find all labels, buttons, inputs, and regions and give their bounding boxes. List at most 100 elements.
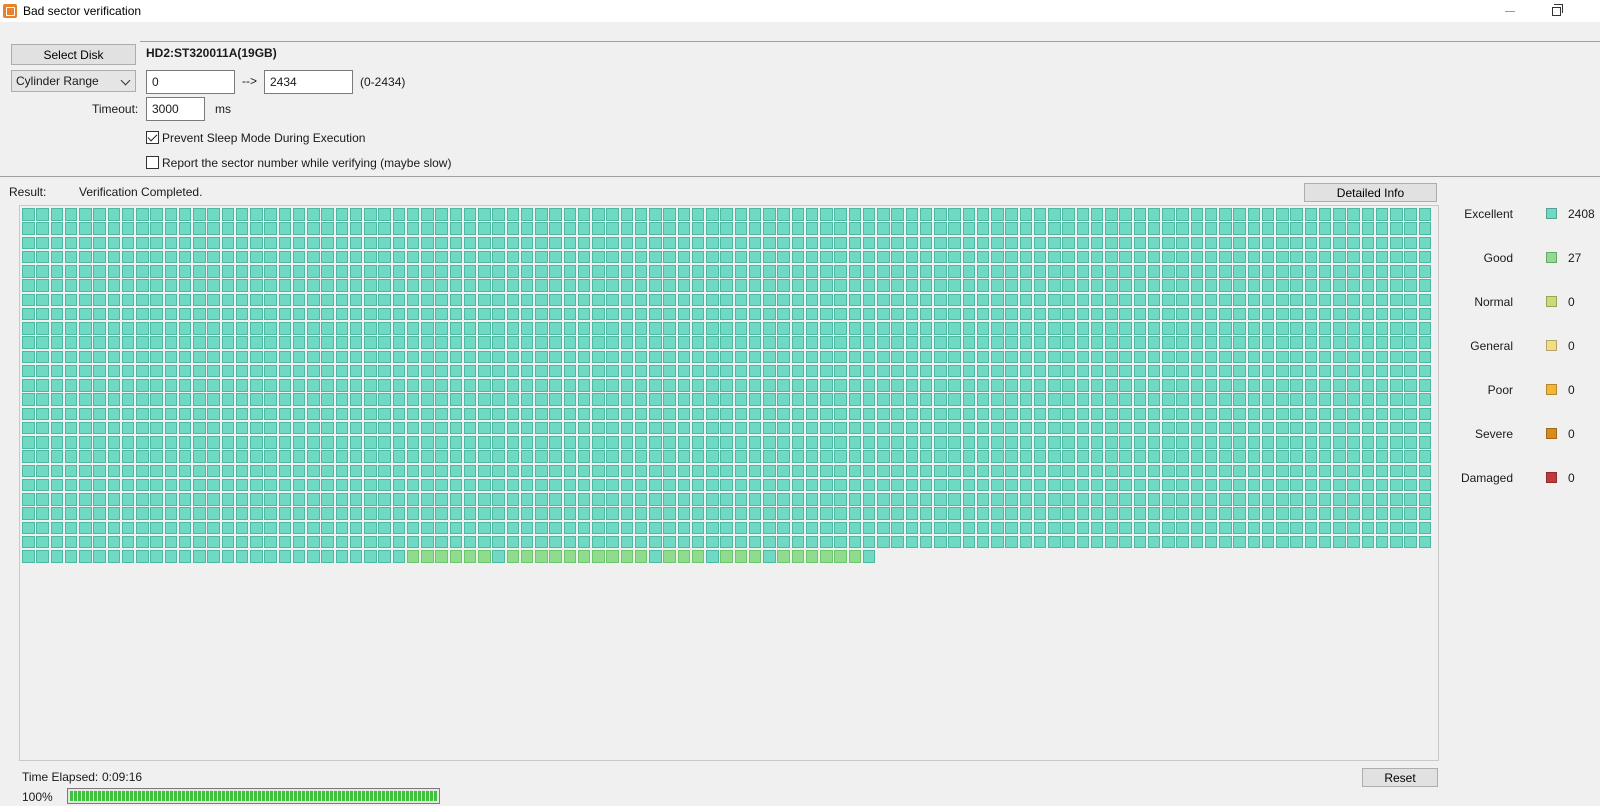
sector-cell-excellent xyxy=(649,350,662,363)
sector-cell-excellent xyxy=(278,250,291,264)
sector-cell-excellent xyxy=(1033,507,1047,520)
sector-cell-excellent xyxy=(791,265,804,278)
legend-label-severe: Severe xyxy=(1474,427,1513,441)
range-mode-select[interactable]: Cylinder Range xyxy=(11,70,136,92)
sector-cell-excellent xyxy=(691,464,705,477)
sector-cell-excellent xyxy=(1361,222,1374,235)
sector-cell-excellent xyxy=(1019,322,1032,335)
sector-cell-excellent xyxy=(107,535,120,549)
sector-cell-excellent xyxy=(207,222,220,235)
sector-cell-excellent xyxy=(919,493,933,506)
sector-cell-excellent xyxy=(1247,535,1260,549)
sector-cell-excellent xyxy=(777,421,790,435)
sector-cell-excellent xyxy=(364,421,377,435)
restore-button[interactable] xyxy=(1536,0,1576,22)
sector-cell-excellent xyxy=(549,364,562,378)
sector-cell-excellent xyxy=(307,336,320,349)
sector-cell-excellent xyxy=(991,464,1004,477)
sector-cell-excellent xyxy=(136,393,149,406)
sector-cell-excellent xyxy=(449,450,462,463)
select-disk-button[interactable]: Select Disk xyxy=(11,44,136,65)
sector-cell-excellent xyxy=(207,236,220,249)
reset-button[interactable]: Reset xyxy=(1362,768,1438,787)
sector-cell-excellent xyxy=(948,436,961,449)
sector-cell-excellent xyxy=(235,507,249,520)
sector-cell-excellent xyxy=(891,293,904,306)
sector-cell-excellent xyxy=(677,464,690,477)
sector-cell-excellent xyxy=(463,293,477,306)
sector-cell-excellent xyxy=(1090,421,1104,435)
sector-cell-excellent xyxy=(207,279,220,292)
sector-cell-excellent xyxy=(1404,293,1417,306)
sector-cell-excellent xyxy=(164,507,177,520)
sector-cell-excellent xyxy=(834,336,847,349)
range-end-input[interactable]: 2434 xyxy=(264,70,353,94)
sector-cell-excellent xyxy=(79,464,92,477)
sector-cell-excellent xyxy=(150,250,163,264)
sector-cell-excellent xyxy=(706,307,719,321)
sector-cell-excellent xyxy=(1333,250,1346,264)
sector-cell-excellent xyxy=(1318,364,1332,378)
sector-cell-excellent xyxy=(1090,307,1104,321)
sector-cell-excellent xyxy=(378,464,391,477)
sector-cell-excellent xyxy=(535,421,548,435)
sector-cell-excellent xyxy=(1375,507,1389,520)
sector-cell-excellent xyxy=(848,407,861,420)
sector-cell-excellent xyxy=(577,393,591,406)
sector-cell-excellent xyxy=(492,507,505,520)
sector-cell-excellent xyxy=(1318,222,1332,235)
sector-cell-excellent xyxy=(22,421,35,435)
sector-cell-excellent xyxy=(563,322,576,335)
sector-cell-excellent xyxy=(1290,236,1303,249)
sector-cell-excellent xyxy=(691,478,705,492)
sector-cell-excellent xyxy=(1233,250,1246,264)
sector-cell-good xyxy=(720,550,733,563)
sector-cell-excellent xyxy=(734,493,747,506)
sector-cell-excellent xyxy=(1276,236,1289,249)
minimize-button[interactable] xyxy=(1490,0,1530,22)
sector-cell-excellent xyxy=(307,293,320,306)
report-sector-checkbox[interactable] xyxy=(146,156,159,169)
sector-cell-excellent xyxy=(335,307,348,321)
sector-cell-excellent xyxy=(549,478,562,492)
sector-cell-excellent xyxy=(549,421,562,435)
sector-cell-excellent xyxy=(1019,521,1032,534)
sector-cell-excellent xyxy=(862,421,876,435)
sector-cell-excellent xyxy=(991,436,1004,449)
sector-cell-excellent xyxy=(549,293,562,306)
sector-cell-excellent xyxy=(1062,208,1075,221)
sector-cell-excellent xyxy=(535,521,548,534)
sector-cell-excellent xyxy=(335,379,348,392)
sector-cell-excellent xyxy=(449,293,462,306)
sector-cell-excellent xyxy=(1276,265,1289,278)
sector-cell-excellent xyxy=(962,236,975,249)
prevent-sleep-checkbox[interactable] xyxy=(146,131,159,144)
timeout-input[interactable]: 3000 xyxy=(146,97,205,121)
sector-cell-excellent xyxy=(1105,450,1118,463)
sector-cell-excellent xyxy=(307,507,320,520)
sector-cell-excellent xyxy=(449,222,462,235)
sector-cell-excellent xyxy=(278,507,291,520)
sector-cell-excellent xyxy=(1290,393,1303,406)
sector-cell-excellent xyxy=(991,379,1004,392)
sector-cell-excellent xyxy=(150,550,163,563)
detailed-info-button[interactable]: Detailed Info xyxy=(1304,183,1437,202)
sector-cell-excellent xyxy=(1105,379,1118,392)
sector-cell-excellent xyxy=(421,265,434,278)
sector-cell-excellent xyxy=(991,507,1004,520)
range-start-input[interactable]: 0 xyxy=(146,70,235,94)
sector-cell-excellent xyxy=(1219,450,1232,463)
sector-cell-excellent xyxy=(1375,493,1389,506)
sector-cell-excellent xyxy=(877,222,890,235)
sector-cell-excellent xyxy=(1147,250,1161,264)
sector-cell-excellent xyxy=(677,393,690,406)
sector-cell-excellent xyxy=(1090,293,1104,306)
sector-cell-excellent xyxy=(777,379,790,392)
sector-cell-excellent xyxy=(1162,535,1175,549)
sector-cell-excellent xyxy=(1247,379,1260,392)
sector-cell-excellent xyxy=(1176,535,1189,549)
sector-cell-excellent xyxy=(891,421,904,435)
sector-cell-excellent xyxy=(178,436,192,449)
sector-cell-excellent xyxy=(777,464,790,477)
sector-cell-excellent xyxy=(791,493,804,506)
